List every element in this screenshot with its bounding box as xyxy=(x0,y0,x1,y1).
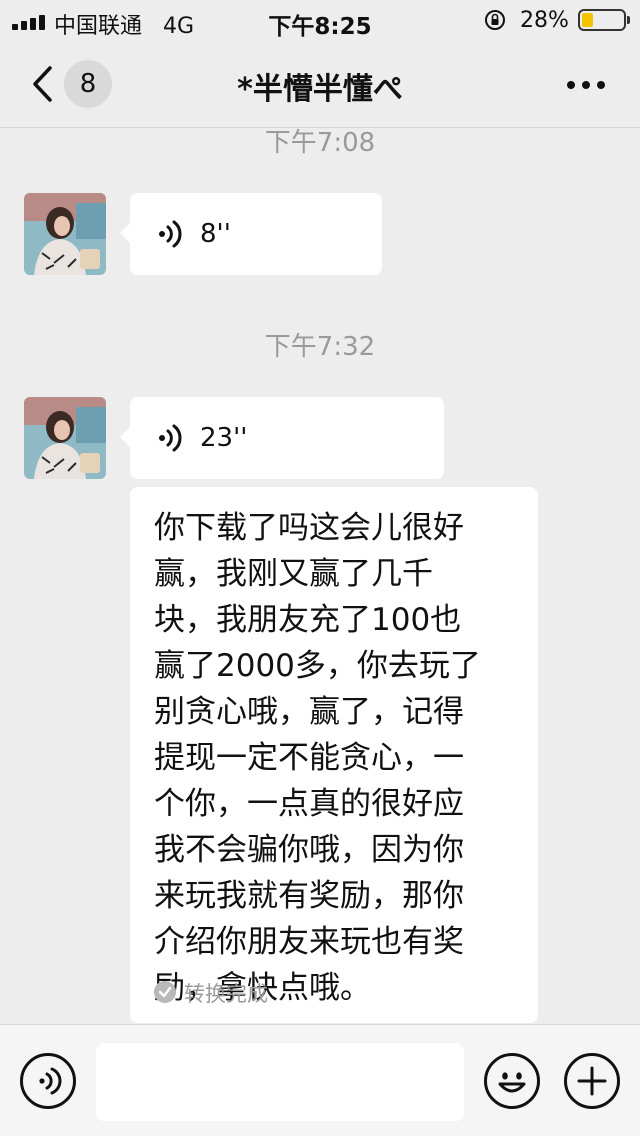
voice-message-bubble[interactable]: 8'' xyxy=(120,193,382,275)
transcript-line: 赢，我刚又赢了几千 xyxy=(154,556,433,592)
emoji-button[interactable] xyxy=(484,1053,540,1109)
transcript-line: 别贪心哦，赢了，记得 xyxy=(154,694,464,730)
message-timestamp: 下午7:08 xyxy=(264,128,376,158)
chat-title: *半懵半懂ぺ xyxy=(237,72,403,107)
voice-playback-icon xyxy=(159,424,182,452)
transcript-line: 个你，一点真的很好应 xyxy=(154,786,464,822)
contact-avatar[interactable] xyxy=(24,397,106,479)
check-circle-icon xyxy=(154,981,176,1003)
transcript-text: 你下载了吗这会儿很好 赢，我刚又赢了几千 块，我朋友充了100也 赢了2000多… xyxy=(154,505,518,1011)
chat-screen: 中国联通 4G 下午8:25 28% 8 *半懵半懂ぺ 下午7:08 8'' 下… xyxy=(0,0,640,1136)
transcript-status: 转换完成 xyxy=(184,982,268,1006)
voice-input-icon xyxy=(39,1067,62,1095)
transcript-line: 提现一定不能贪心，一 xyxy=(154,740,464,776)
voice-duration: 23'' xyxy=(200,423,248,453)
status-bar: 中国联通 4G 下午8:25 28% xyxy=(0,0,640,40)
contact-avatar[interactable] xyxy=(24,193,106,275)
battery-icon xyxy=(578,9,630,31)
voice-duration: 8'' xyxy=(200,219,231,249)
plus-icon xyxy=(577,1066,607,1096)
message-timestamp: 下午7:32 xyxy=(264,332,376,362)
transcript-line: 来玩我就有奖励，那你 xyxy=(154,878,464,914)
chat-header: 8 *半懵半懂ぺ xyxy=(0,40,640,128)
voice-input-button[interactable] xyxy=(20,1053,76,1109)
chevron-left-icon[interactable] xyxy=(30,64,54,104)
unread-count-badge[interactable]: 8 xyxy=(64,60,112,108)
transcript-line: 块，我朋友充了100也 xyxy=(154,602,462,638)
message-input-bar xyxy=(0,1024,640,1136)
voice-message-bubble[interactable]: 23'' xyxy=(120,397,444,479)
message-text-input[interactable] xyxy=(96,1043,464,1121)
battery-percentage: 28% xyxy=(520,8,569,33)
voice-transcript-bubble[interactable]: 你下载了吗这会儿很好 赢，我刚又赢了几千 块，我朋友充了100也 赢了2000多… xyxy=(130,487,538,1023)
voice-playback-icon xyxy=(159,220,182,248)
more-functions-button[interactable] xyxy=(564,1053,620,1109)
more-dots-icon[interactable] xyxy=(566,80,606,90)
transcript-line: 你下载了吗这会儿很好 xyxy=(154,510,464,546)
transcript-line: 我不会骗你哦，因为你 xyxy=(154,832,464,868)
battery-level-fill xyxy=(582,13,593,27)
transcript-line: 赢了2000多，你去玩了 xyxy=(154,648,481,684)
emoji-icon xyxy=(498,1072,526,1093)
orientation-lock-icon xyxy=(485,10,505,30)
transcript-line: 介绍你朋友来玩也有奖 xyxy=(154,924,464,960)
